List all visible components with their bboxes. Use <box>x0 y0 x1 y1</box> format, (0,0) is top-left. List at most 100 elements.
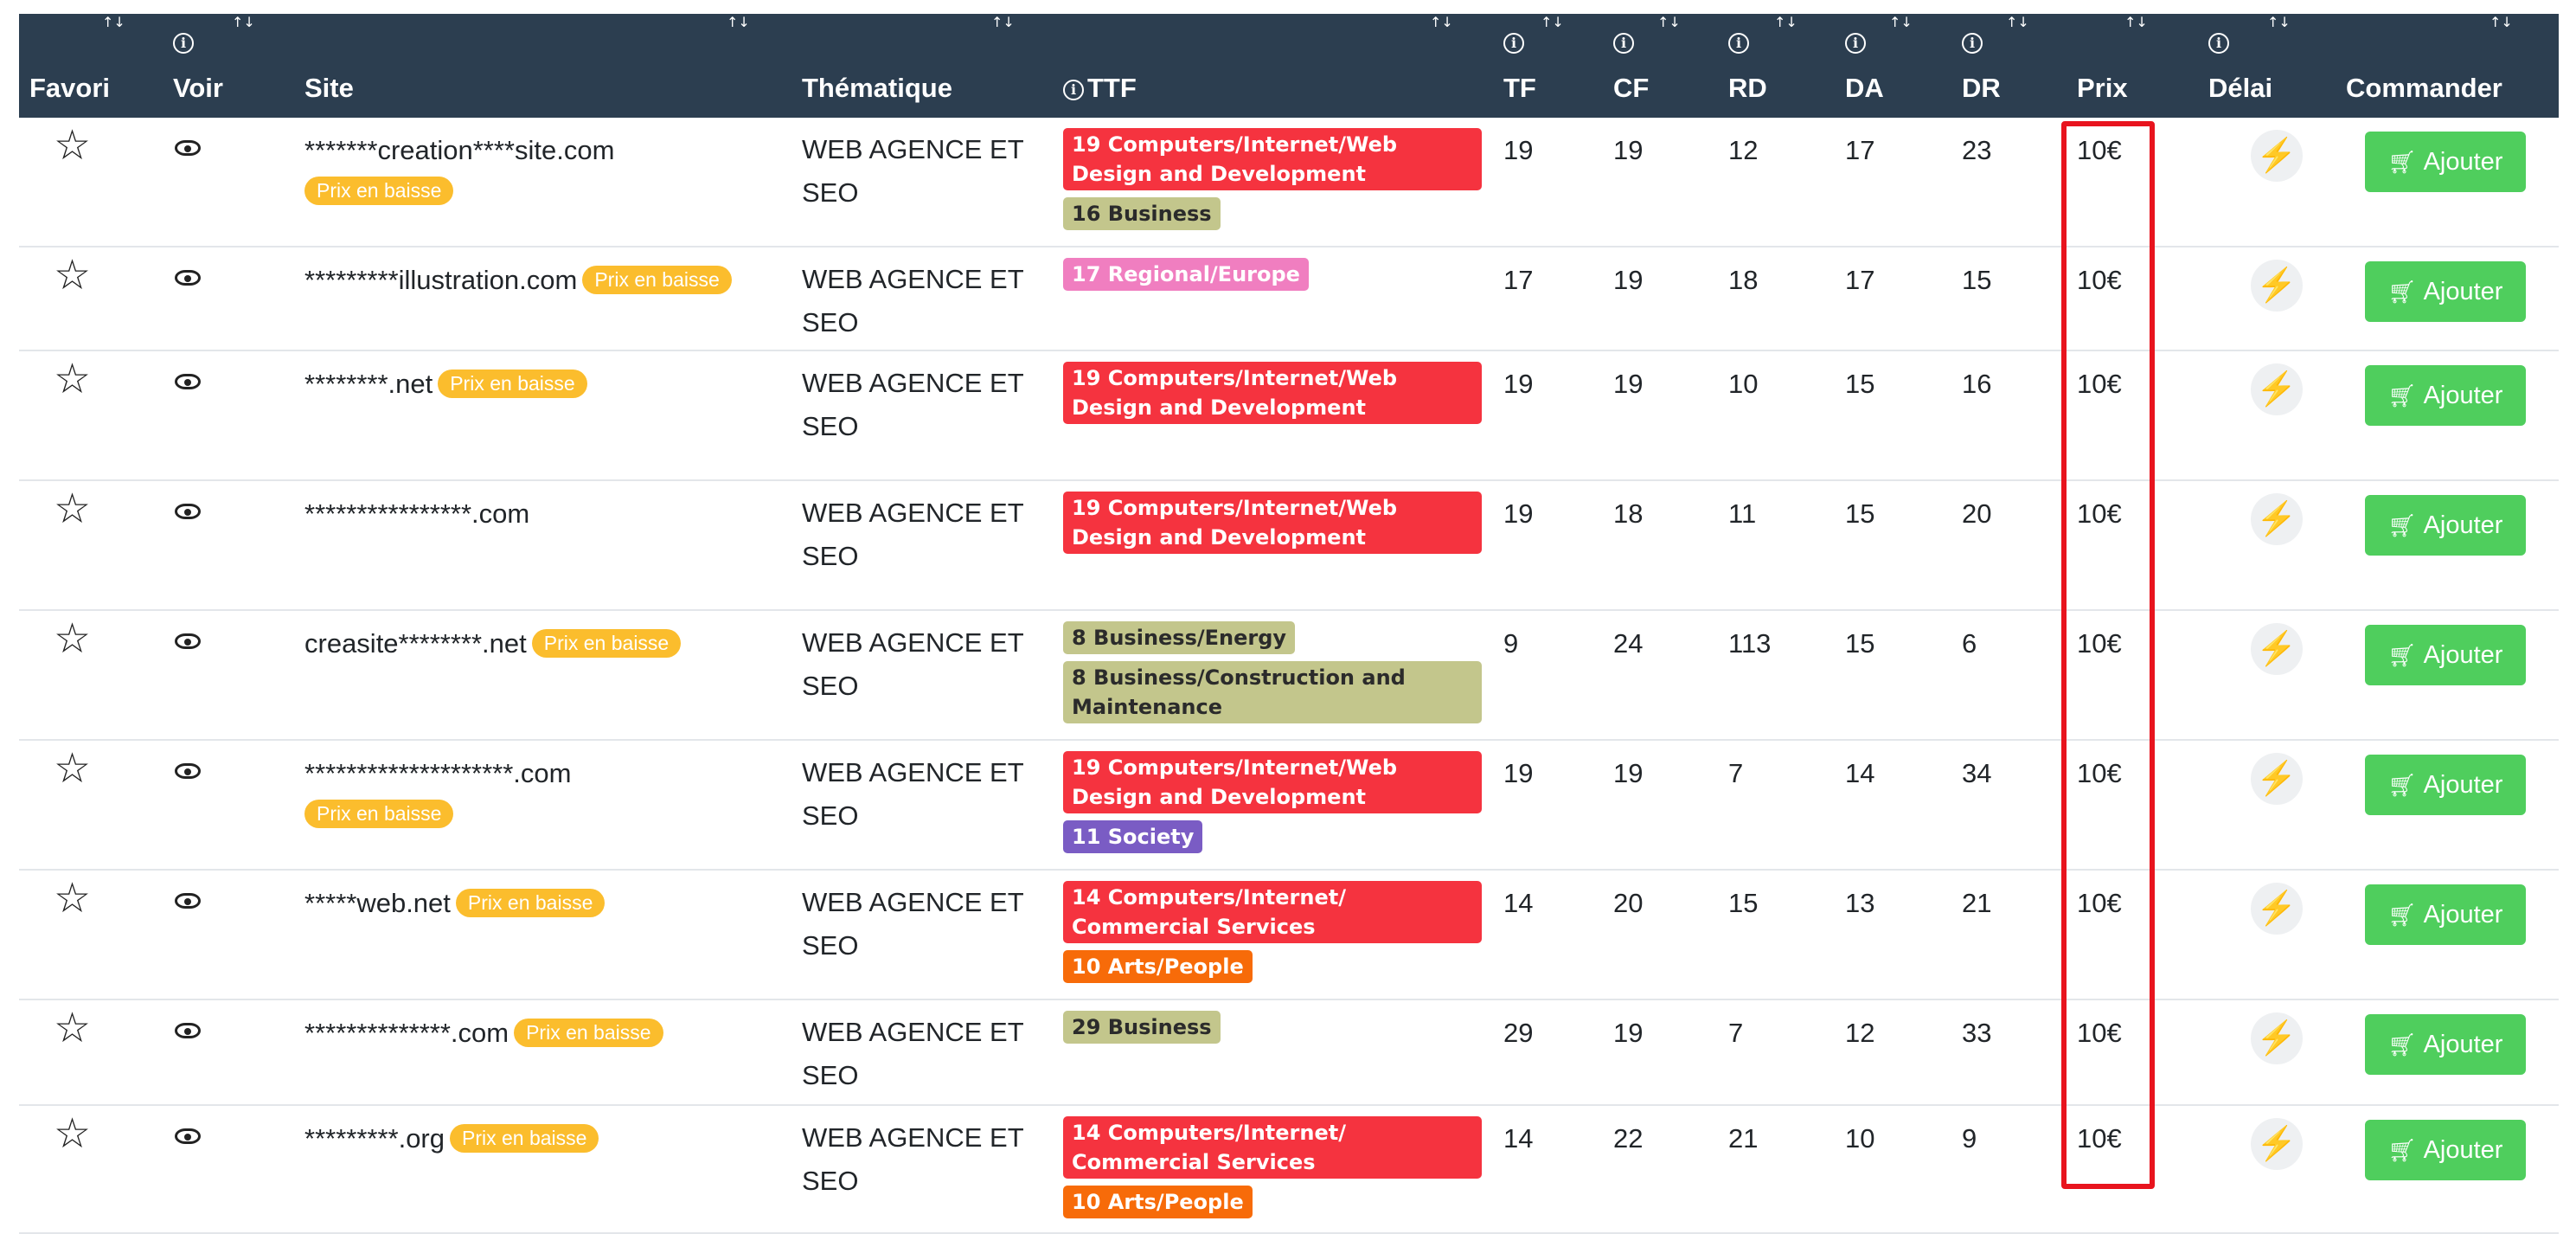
site-domain[interactable]: creasite********.net <box>304 628 527 659</box>
info-icon[interactable]: i <box>173 33 194 54</box>
sort-icon[interactable]: ↑↓ <box>1774 14 1797 30</box>
add-to-cart-button[interactable]: 🛒︎ Ajouter <box>2365 884 2526 945</box>
ttf-badge: 11 Society <box>1063 820 1203 853</box>
add-to-cart-button[interactable]: 🛒︎ Ajouter <box>2365 132 2526 192</box>
add-button-label: Ajouter <box>2423 278 2503 305</box>
add-button-label: Ajouter <box>2423 382 2503 409</box>
sort-icon[interactable]: ↑↓ <box>1657 14 1681 30</box>
rd-value: 7 <box>1728 758 1744 788</box>
price-drop-badge: Prix en baisse <box>304 177 454 205</box>
view-eye-icon[interactable] <box>175 1023 201 1038</box>
ttf-categories: 14 Computers/Internet/ Commercial Servic… <box>1063 881 1482 990</box>
favorite-star-icon[interactable]: ☆ <box>54 877 91 919</box>
table-body: ☆ *******creation****site.com Prix en bais… <box>19 118 2559 1234</box>
sort-icon[interactable]: ↑↓ <box>991 14 1015 30</box>
site-domain[interactable]: *********.org <box>304 1123 445 1154</box>
sort-icon[interactable]: ↑↓ <box>2489 14 2513 30</box>
site-domain[interactable]: **************.com <box>304 1018 509 1048</box>
lightning-bolt-icon: ⚡ <box>2251 260 2303 312</box>
info-icon[interactable]: i <box>1503 33 1524 54</box>
sort-icon[interactable]: ↑↓ <box>727 14 750 30</box>
view-eye-icon[interactable] <box>175 763 201 779</box>
favorite-star-icon[interactable]: ☆ <box>54 254 91 296</box>
info-icon[interactable]: i <box>1063 80 1084 100</box>
site-domain[interactable]: ********.net <box>304 369 433 399</box>
column-label: Site <box>304 73 354 103</box>
dr-value: 15 <box>1962 265 1992 295</box>
ttf-badge: 19 Computers/Internet/Web Design and Dev… <box>1063 128 1482 190</box>
site-domain[interactable]: ********************.com <box>304 758 571 788</box>
favorite-star-icon[interactable]: ☆ <box>54 618 91 659</box>
lightning-bolt-icon: ⚡ <box>2251 883 2303 935</box>
view-eye-icon[interactable] <box>175 1128 201 1144</box>
sort-icon[interactable]: ↑↓ <box>102 14 125 30</box>
info-icon[interactable]: i <box>1613 33 1634 54</box>
sort-icon[interactable]: ↑↓ <box>2124 14 2148 30</box>
price-value: 10€ <box>2077 1123 2122 1154</box>
add-to-cart-button[interactable]: 🛒︎ Ajouter <box>2365 365 2526 426</box>
favorite-star-icon[interactable]: ☆ <box>54 125 91 166</box>
thematique-text: WEB AGENCE ET SEO <box>802 368 1024 441</box>
favorite-star-icon[interactable]: ☆ <box>54 1007 91 1049</box>
site-domain[interactable]: *******creation****site.com <box>304 135 614 165</box>
dr-value: 6 <box>1962 628 1977 659</box>
column-label: TF <box>1503 73 1536 103</box>
view-eye-icon[interactable] <box>175 893 201 909</box>
sort-icon[interactable]: ↑↓ <box>1541 14 1564 30</box>
lightning-bolt-icon: ⚡ <box>2251 363 2303 415</box>
tf-value: 19 <box>1503 498 1534 529</box>
da-value: 17 <box>1845 135 1875 165</box>
info-icon[interactable]: i <box>2208 33 2229 54</box>
cf-value: 19 <box>1613 1018 1644 1048</box>
view-eye-icon[interactable] <box>175 633 201 649</box>
info-icon[interactable]: i <box>1845 33 1866 54</box>
column-label: RD <box>1728 73 1767 103</box>
info-icon[interactable]: i <box>1962 33 1983 54</box>
ttf-badge: 14 Computers/Internet/ Commercial Servic… <box>1063 881 1482 943</box>
view-eye-icon[interactable] <box>175 504 201 519</box>
cart-icon: 🛒︎ <box>2387 512 2417 538</box>
favorite-star-icon[interactable]: ☆ <box>54 748 91 789</box>
add-to-cart-button[interactable]: 🛒︎ Ajouter <box>2365 1120 2526 1180</box>
da-value: 14 <box>1845 758 1875 788</box>
sort-icon[interactable]: ↑↓ <box>1430 14 1453 30</box>
sort-icon[interactable]: ↑↓ <box>232 14 255 30</box>
sort-icon[interactable]: ↑↓ <box>1889 14 1913 30</box>
thematique-text: WEB AGENCE ET SEO <box>802 264 1024 337</box>
favorite-star-icon[interactable]: ☆ <box>54 358 91 400</box>
view-eye-icon[interactable] <box>175 140 201 156</box>
add-button-label: Ajouter <box>2423 771 2503 799</box>
cf-value: 18 <box>1613 498 1644 529</box>
sort-icon[interactable]: ↑↓ <box>2267 14 2291 30</box>
site-name: **************.com Prix en baisse <box>304 1018 663 1049</box>
site-domain[interactable]: ****************.com <box>304 498 529 529</box>
favorite-star-icon[interactable]: ☆ <box>54 1113 91 1154</box>
table-header: Favori ↑↓ i Voir ↑↓ Site ↑↓ Thématique ↑↓ i TTF ↑↓ i… <box>19 14 2559 118</box>
tf-value: 9 <box>1503 628 1519 659</box>
add-to-cart-button[interactable]: 🛒︎ Ajouter <box>2365 755 2526 815</box>
add-to-cart-button[interactable]: 🛒︎ Ajouter <box>2365 261 2526 322</box>
da-value: 15 <box>1845 498 1875 529</box>
add-to-cart-button[interactable]: 🛒︎ Ajouter <box>2365 1014 2526 1075</box>
ttf-categories: 19 Computers/Internet/Web Design and Dev… <box>1063 492 1482 561</box>
price-value: 10€ <box>2077 758 2122 788</box>
view-eye-icon[interactable] <box>175 270 201 286</box>
add-button-label: Ajouter <box>2423 1136 2503 1164</box>
site-name: *******creation****site.com Prix en baiss… <box>304 135 614 205</box>
dr-value: 33 <box>1962 1018 1992 1048</box>
add-to-cart-button[interactable]: 🛒︎ Ajouter <box>2365 495 2526 556</box>
site-domain[interactable]: *********illustration.com <box>304 265 577 295</box>
lightning-bolt-icon: ⚡ <box>2251 1012 2303 1064</box>
view-eye-icon[interactable] <box>175 374 201 389</box>
price-value: 10€ <box>2077 628 2122 659</box>
sort-icon[interactable]: ↑↓ <box>2006 14 2029 30</box>
site-name: *********.org Prix en baisse <box>304 1123 599 1154</box>
rd-value: 21 <box>1728 1123 1759 1154</box>
cf-value: 19 <box>1613 135 1644 165</box>
info-icon[interactable]: i <box>1728 33 1749 54</box>
add-to-cart-button[interactable]: 🛒︎ Ajouter <box>2365 625 2526 685</box>
price-drop-badge: Prix en baisse <box>514 1019 663 1047</box>
favorite-star-icon[interactable]: ☆ <box>54 488 91 530</box>
site-domain[interactable]: *****web.net <box>304 888 451 918</box>
ttf-badge: 19 Computers/Internet/Web Design and Dev… <box>1063 362 1482 424</box>
